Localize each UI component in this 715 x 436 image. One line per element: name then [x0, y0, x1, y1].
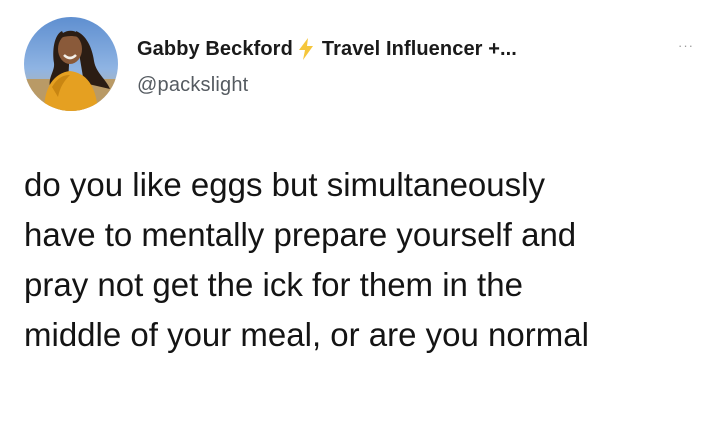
avatar[interactable] [24, 17, 118, 111]
author-handle[interactable]: @packslight [137, 74, 248, 97]
tweet-text-line: middle of your meal, or are you normal [24, 316, 589, 353]
author-row: Gabby Beckford Travel Influencer +... [137, 37, 517, 61]
tweet-text: do you like eggs but simultaneously have… [24, 160, 704, 360]
tweet-text-line: have to mentally prepare yourself and [24, 216, 577, 253]
author-bio: Travel Influencer +... [321, 37, 517, 60]
lightning-bolt-icon [297, 38, 315, 60]
tweet-text-line: do you like eggs but simultaneously [24, 166, 545, 203]
avatar-photo [24, 17, 118, 111]
more-icon[interactable]: ··· [678, 38, 694, 53]
tweet-card: Gabby Beckford Travel Influencer +... ··… [0, 0, 715, 436]
tweet-text-line: pray not get the ick for them in the [24, 266, 523, 303]
author-name[interactable]: Gabby Beckford [137, 38, 293, 61]
